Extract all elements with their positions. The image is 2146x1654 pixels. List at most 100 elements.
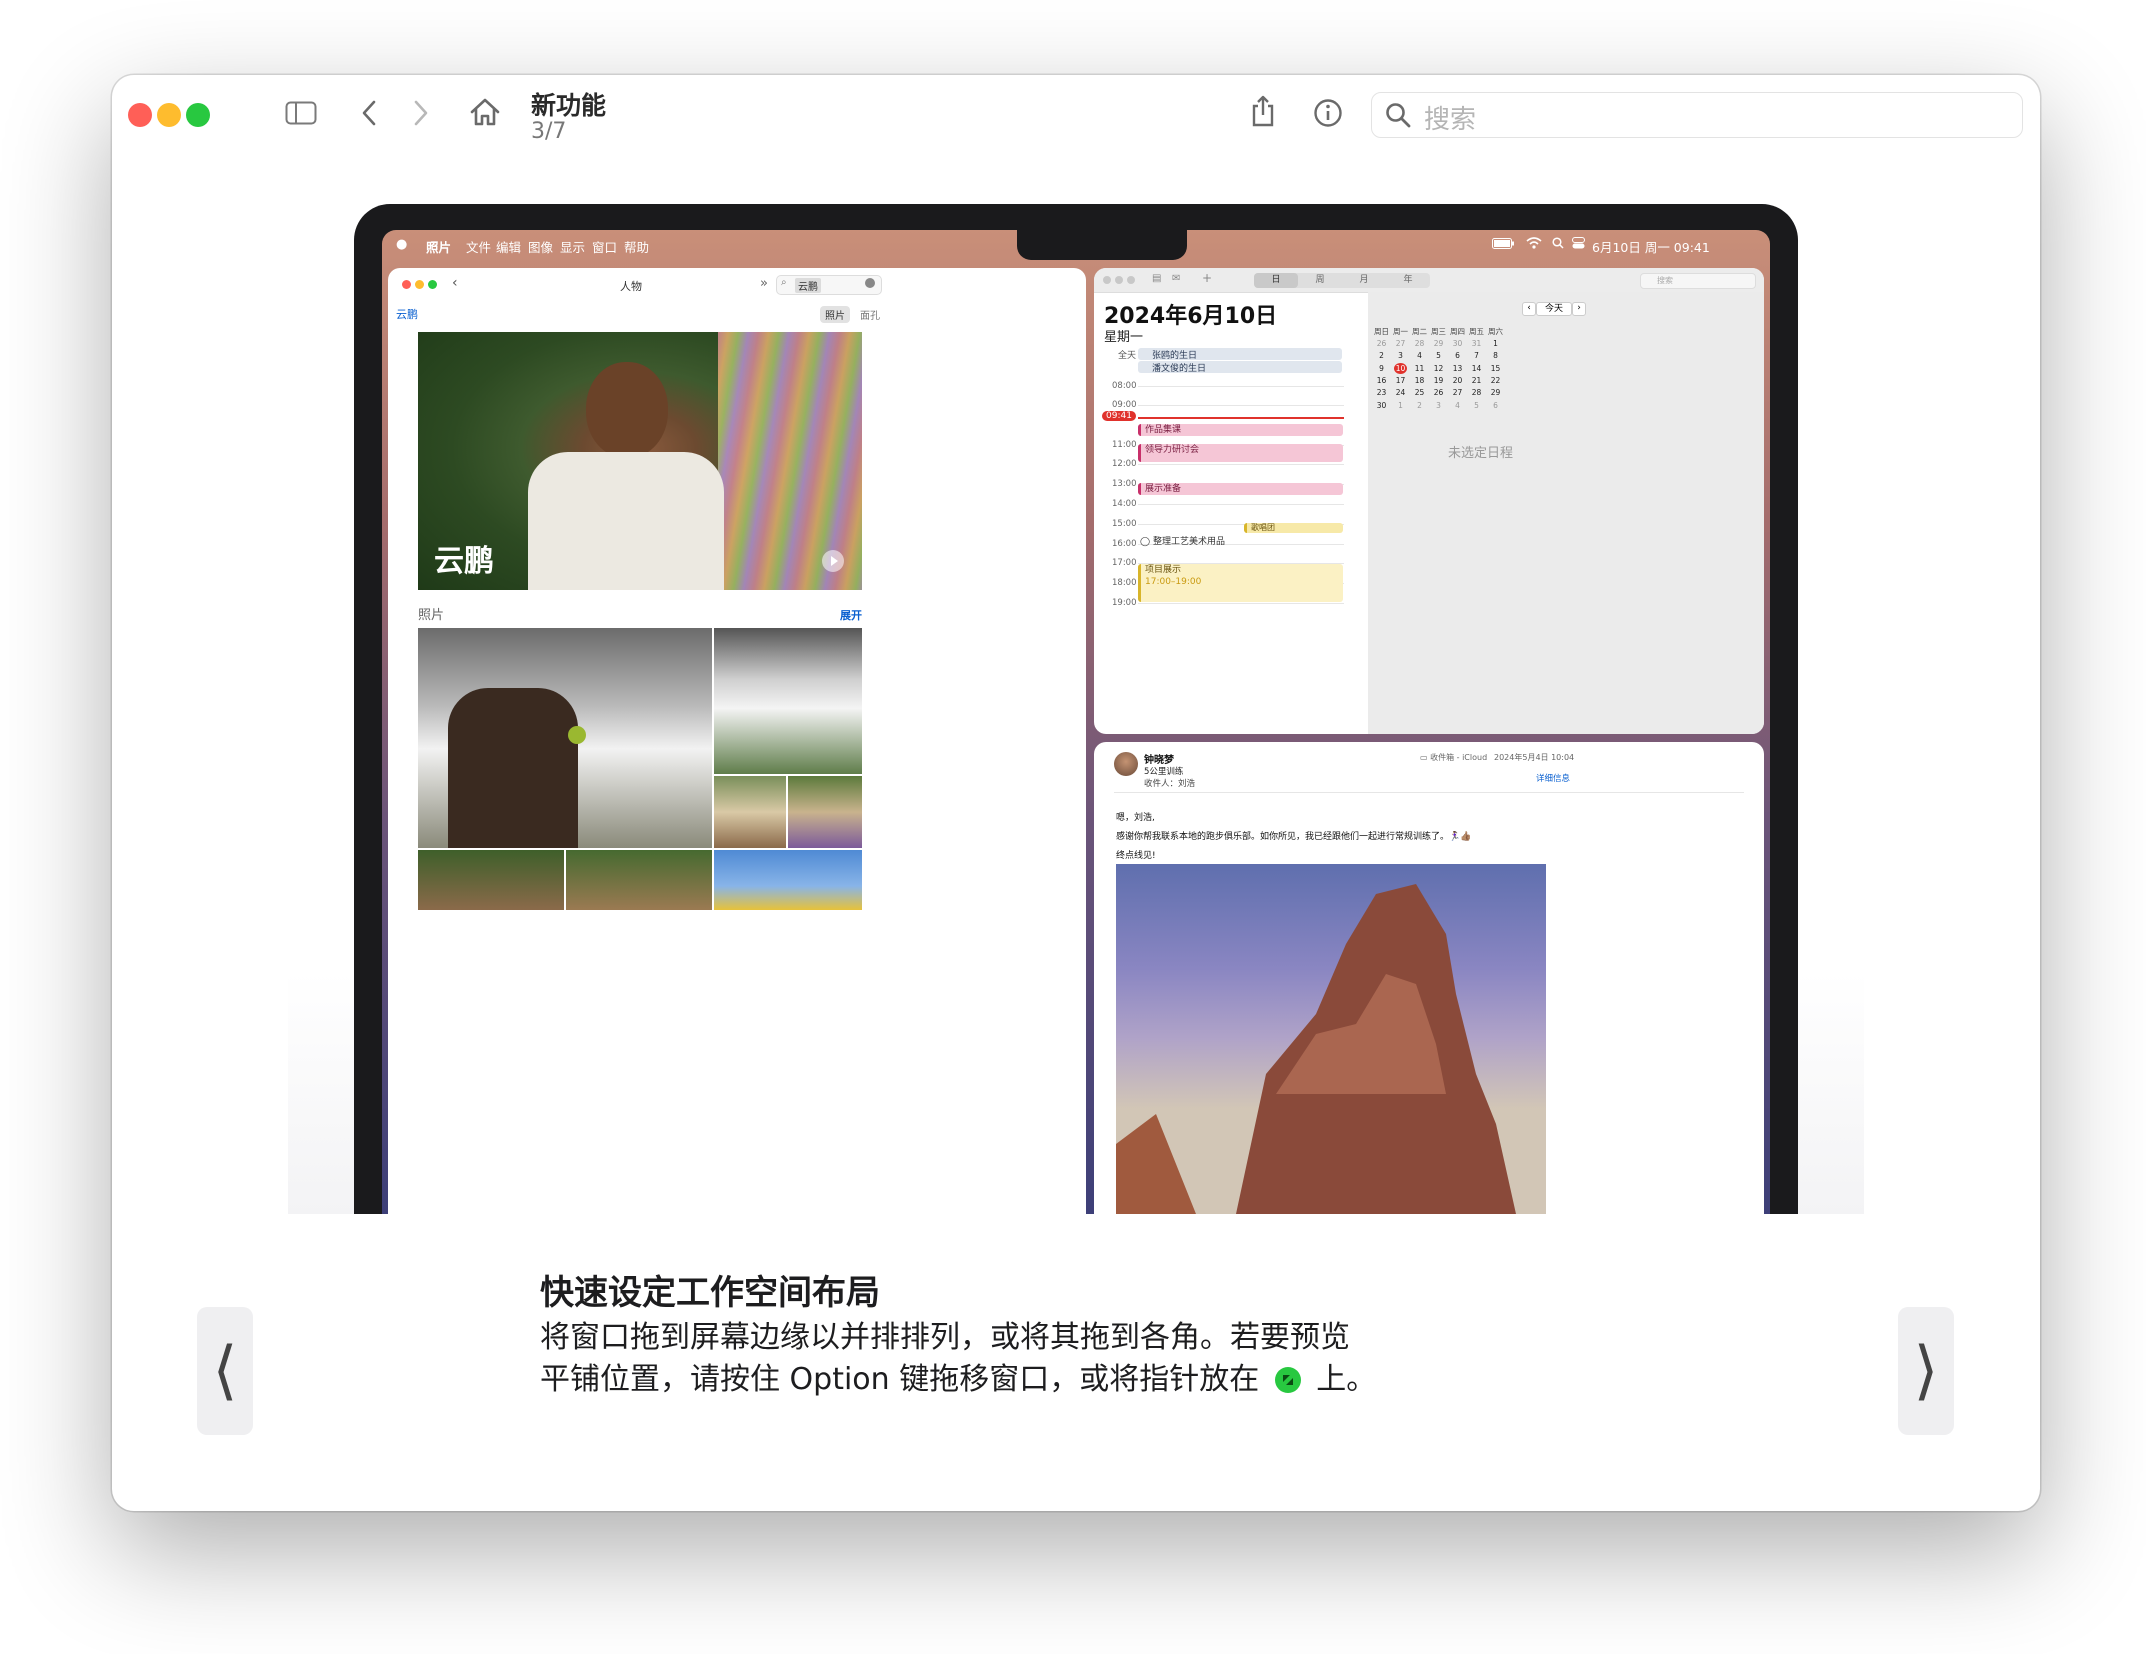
all-day-event-2-label: 潘文俊的生日 xyxy=(1152,364,1207,374)
tips-window: 新功能 3/7 搜索 ● 照片 文件 编辑 图像 显示 窗口 帮助 6月10日 … xyxy=(112,75,2040,1511)
photos-title: 人物 xyxy=(620,280,642,293)
mini-day: 16 xyxy=(1376,375,1387,385)
event-project-showcase: 项目展示 17:00–19:00 xyxy=(1138,564,1343,602)
event-craft-supplies-label: 整理工艺美术用品 xyxy=(1152,537,1225,547)
grid-photo-1 xyxy=(418,628,712,848)
search-icon xyxy=(1384,101,1412,129)
event-leadership-seminar-label: 领导力研讨会 xyxy=(1145,445,1200,455)
close-button[interactable] xyxy=(128,103,152,127)
mail-to-line: 收件人：刘浩 xyxy=(1144,779,1196,789)
photos-seg-photos: 照片 xyxy=(820,306,850,323)
mini-day: 29 xyxy=(1490,388,1501,398)
previous-page-button[interactable]: ⟨ xyxy=(197,1307,253,1435)
menu-app: 照片 xyxy=(426,240,452,255)
spotlight-icon xyxy=(1552,237,1564,252)
calendar-search-field: 搜索 xyxy=(1640,273,1756,289)
mail-attachment-photo xyxy=(1116,864,1546,1214)
calendar-tab-day: 日 xyxy=(1254,273,1298,288)
calendar-tab-year: 年 xyxy=(1403,275,1413,285)
mail-header-divider xyxy=(1114,792,1744,793)
grid-photo-2 xyxy=(714,628,862,774)
event-project-showcase-time: 17:00–19:00 xyxy=(1145,577,1202,587)
mini-day: 6 xyxy=(1455,351,1460,361)
mail-sender: 钟晓梦 xyxy=(1144,755,1174,766)
mini-day: 12 xyxy=(1433,363,1444,373)
hour-gridline xyxy=(1138,464,1344,465)
camera-notch xyxy=(1017,230,1187,260)
mini-day: 18 xyxy=(1414,375,1425,385)
mini-day: 13 xyxy=(1452,363,1463,373)
photos-minimize-button xyxy=(415,280,424,289)
event-presentation-prep: 展示准备 xyxy=(1138,483,1343,495)
mini-day: 4 xyxy=(1455,400,1460,410)
mini-day: 31 xyxy=(1471,339,1482,348)
photos-window: ‹ 人物 » ⌕ 云鹏 云鹏 照片 面孔 云鹏 照片 展开 xyxy=(388,268,1086,1214)
sidebar-toggle-icon[interactable] xyxy=(284,99,318,127)
mini-day: 24 xyxy=(1395,388,1406,398)
mini-day: 5 xyxy=(1474,400,1479,410)
grid-photo-3 xyxy=(714,776,786,848)
hour-gridline xyxy=(1138,504,1344,505)
battery-icon xyxy=(1492,237,1514,252)
mini-day: 28 xyxy=(1414,339,1425,348)
photos-expand-link: 展开 xyxy=(840,609,862,622)
mini-day: 27 xyxy=(1395,339,1406,348)
mini-day: 4 xyxy=(1417,351,1422,361)
event-choir-label: 歌唱团 xyxy=(1251,523,1275,532)
mini-day: 20 xyxy=(1452,375,1463,385)
grid-photo-5 xyxy=(418,850,564,910)
event-project-showcase-label: 项目展示 xyxy=(1145,565,1182,575)
mini-day: 27 xyxy=(1452,388,1463,398)
mini-day: 25 xyxy=(1414,388,1425,398)
event-presentation-prep-label: 展示准备 xyxy=(1145,484,1182,494)
photos-zoom-button xyxy=(428,280,437,289)
hour-gridline xyxy=(1138,603,1344,604)
all-day-event-1: 张鸥的生日 xyxy=(1138,348,1342,361)
mini-day: 2 xyxy=(1417,400,1422,410)
mini-next-icon: › xyxy=(1572,302,1586,316)
calendar-weekday: 星期一 xyxy=(1104,330,1144,345)
mini-day: 30 xyxy=(1376,400,1387,410)
mail-closing: 终点线见! xyxy=(1116,851,1156,861)
mail-details-link: 详细信息 xyxy=(1536,774,1571,784)
home-icon[interactable] xyxy=(467,95,503,129)
mini-day: 22 xyxy=(1490,375,1501,385)
event-portfolio-class-label: 作品集课 xyxy=(1145,425,1182,435)
page-title: 新功能 xyxy=(531,91,607,120)
share-icon[interactable] xyxy=(1248,93,1278,129)
mini-day: 9 xyxy=(1379,363,1384,373)
menu-image: 图像 xyxy=(528,240,554,255)
mini-day: 1 xyxy=(1493,339,1498,348)
today-button: 今天 xyxy=(1536,302,1572,316)
mini-day: 17 xyxy=(1395,375,1406,385)
all-day-label: 全天 xyxy=(1118,351,1137,361)
menubar-datetime: 6月10日 周一 09:41 xyxy=(1592,240,1710,255)
search-field[interactable]: 搜索 xyxy=(1371,92,2023,138)
menu-edit: 编辑 xyxy=(496,240,522,255)
mini-weekday-label: 周五 xyxy=(1469,327,1484,336)
back-icon[interactable] xyxy=(356,97,382,129)
mail-body: 感谢你帮我联系本地的跑步俱乐部。如你所见，我已经跟他们一起进行常规训练了。🏃🏽‍… xyxy=(1116,832,1472,842)
grid-photo-7 xyxy=(714,850,862,910)
feature-description-line-2: 平铺位置，请按住 Option 键拖移窗口，或将指针放在 上。 xyxy=(540,1359,1400,1401)
calendar-list-icon: ▤ xyxy=(1152,273,1162,284)
mini-day: 8 xyxy=(1493,351,1498,361)
minimize-button[interactable] xyxy=(157,103,181,127)
calendar-view-tabs: 日 周 月 年 xyxy=(1254,273,1430,288)
next-page-button[interactable]: ⟩ xyxy=(1898,1307,1954,1435)
info-icon[interactable] xyxy=(1312,97,1344,129)
photos-search-icon: ⌕ xyxy=(781,277,787,288)
hour-label: 16:00 xyxy=(1112,539,1137,549)
forward-icon[interactable] xyxy=(408,97,434,129)
mini-day: 30 xyxy=(1452,339,1463,348)
event-choir: 歌唱团 xyxy=(1244,523,1343,533)
macbook-frame: ● 照片 文件 编辑 图像 显示 窗口 帮助 6月10日 周一 09:41 ‹ … xyxy=(354,204,1798,1214)
photos-back-link: 云鹏 xyxy=(396,308,418,321)
zoom-button[interactable] xyxy=(186,103,210,127)
hour-gridline xyxy=(1138,405,1344,406)
hour-label: 19:00 xyxy=(1112,598,1137,608)
event-leadership-seminar: 领导力研讨会 xyxy=(1138,444,1343,462)
feature-illustration: ● 照片 文件 编辑 图像 显示 窗口 帮助 6月10日 周一 09:41 ‹ … xyxy=(288,204,1864,1214)
calendar-add-icon: + xyxy=(1202,271,1213,285)
calendar-search-placeholder: 搜索 xyxy=(1657,276,1673,285)
